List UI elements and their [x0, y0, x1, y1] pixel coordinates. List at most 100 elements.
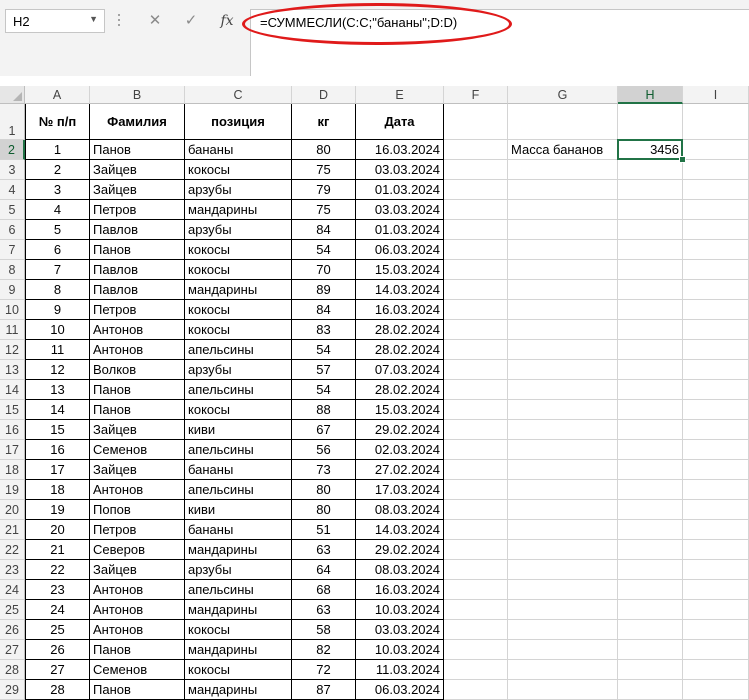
cell-f1[interactable] — [444, 104, 508, 140]
table-cell-name[interactable]: Семенов — [90, 440, 185, 460]
insert-function-icon[interactable]: fx — [212, 8, 242, 34]
table-cell-item[interactable]: кокосы — [185, 320, 292, 340]
cell-h12[interactable] — [618, 340, 683, 360]
cell-g6[interactable] — [508, 220, 618, 240]
table-cell-date[interactable]: 11.03.2024 — [356, 660, 444, 680]
table-cell-item[interactable]: апельсины — [185, 580, 292, 600]
table-cell-item[interactable]: кокосы — [185, 400, 292, 420]
cell-g14[interactable] — [508, 380, 618, 400]
enter-icon[interactable]: ✓ — [176, 8, 206, 34]
row-header-16[interactable]: 16 — [0, 420, 25, 440]
table-cell-name[interactable]: Зайцев — [90, 160, 185, 180]
table-cell-kg[interactable]: 80 — [292, 480, 356, 500]
table-cell-name[interactable]: Павлов — [90, 220, 185, 240]
column-header-f[interactable]: F — [444, 86, 508, 104]
summary-value-cell[interactable]: 3456 — [618, 140, 683, 160]
table-cell-date[interactable]: 16.03.2024 — [356, 140, 444, 160]
table-cell-n[interactable]: 6 — [25, 240, 90, 260]
cell-g13[interactable] — [508, 360, 618, 380]
cell-g20[interactable] — [508, 500, 618, 520]
table-cell-kg[interactable]: 89 — [292, 280, 356, 300]
row-header-21[interactable]: 21 — [0, 520, 25, 540]
column-header-c[interactable]: C — [185, 86, 292, 104]
table-cell-n[interactable]: 25 — [25, 620, 90, 640]
table-cell-name[interactable]: Зайцев — [90, 460, 185, 480]
table-cell-kg[interactable]: 84 — [292, 220, 356, 240]
table-cell-n[interactable]: 4 — [25, 200, 90, 220]
table-cell-kg[interactable]: 83 — [292, 320, 356, 340]
table-cell-item[interactable]: кокосы — [185, 620, 292, 640]
cell-h1[interactable] — [618, 104, 683, 140]
table-cell-date[interactable]: 28.02.2024 — [356, 320, 444, 340]
cell-h14[interactable] — [618, 380, 683, 400]
cell-h7[interactable] — [618, 240, 683, 260]
cell-g24[interactable] — [508, 580, 618, 600]
cell-h28[interactable] — [618, 660, 683, 680]
row-header-5[interactable]: 5 — [0, 200, 25, 220]
table-cell-name[interactable]: Павлов — [90, 260, 185, 280]
cell-h27[interactable] — [618, 640, 683, 660]
table-cell-item[interactable]: арзубы — [185, 360, 292, 380]
table-cell-name[interactable]: Зайцев — [90, 560, 185, 580]
table-cell-kg[interactable]: 64 — [292, 560, 356, 580]
table-cell-item[interactable]: мандарины — [185, 680, 292, 700]
table-cell-item[interactable]: мандарины — [185, 200, 292, 220]
table-cell-kg[interactable]: 72 — [292, 660, 356, 680]
table-cell-date[interactable]: 08.03.2024 — [356, 500, 444, 520]
cell-f19[interactable] — [444, 480, 508, 500]
cell-f20[interactable] — [444, 500, 508, 520]
column-header-i[interactable]: I — [683, 86, 749, 104]
table-cell-name[interactable]: Зайцев — [90, 180, 185, 200]
table-cell-date[interactable]: 06.03.2024 — [356, 680, 444, 700]
table-cell-date[interactable]: 17.03.2024 — [356, 480, 444, 500]
table-cell-item[interactable]: апельсины — [185, 380, 292, 400]
cell-h13[interactable] — [618, 360, 683, 380]
cell-h26[interactable] — [618, 620, 683, 640]
row-header-8[interactable]: 8 — [0, 260, 25, 280]
cell-i8[interactable] — [683, 260, 749, 280]
column-header-d[interactable]: D — [292, 86, 356, 104]
table-cell-item[interactable]: апельсины — [185, 480, 292, 500]
table-cell-kg[interactable]: 75 — [292, 160, 356, 180]
table-cell-name[interactable]: Антонов — [90, 480, 185, 500]
cell-g18[interactable] — [508, 460, 618, 480]
cell-f21[interactable] — [444, 520, 508, 540]
cell-h24[interactable] — [618, 580, 683, 600]
table-cell-n[interactable]: 7 — [25, 260, 90, 280]
table-cell-n[interactable]: 28 — [25, 680, 90, 700]
cell-g23[interactable] — [508, 560, 618, 580]
cell-g4[interactable] — [508, 180, 618, 200]
cell-i18[interactable] — [683, 460, 749, 480]
column-header-h[interactable]: H — [618, 86, 683, 104]
cell-i9[interactable] — [683, 280, 749, 300]
cell-f27[interactable] — [444, 640, 508, 660]
row-header-28[interactable]: 28 — [0, 660, 25, 680]
column-header-a[interactable]: A — [25, 86, 90, 104]
cell-g16[interactable] — [508, 420, 618, 440]
table-cell-date[interactable]: 16.03.2024 — [356, 300, 444, 320]
table-cell-name[interactable]: Панов — [90, 240, 185, 260]
cell-h19[interactable] — [618, 480, 683, 500]
row-header-4[interactable]: 4 — [0, 180, 25, 200]
cell-i28[interactable] — [683, 660, 749, 680]
cell-g12[interactable] — [508, 340, 618, 360]
cell-g21[interactable] — [508, 520, 618, 540]
table-cell-n[interactable]: 14 — [25, 400, 90, 420]
table-cell-n[interactable]: 20 — [25, 520, 90, 540]
table-cell-kg[interactable]: 54 — [292, 340, 356, 360]
table-cell-name[interactable]: Антонов — [90, 340, 185, 360]
table-cell-item[interactable]: кокосы — [185, 160, 292, 180]
row-header-7[interactable]: 7 — [0, 240, 25, 260]
cell-i16[interactable] — [683, 420, 749, 440]
table-cell-kg[interactable]: 87 — [292, 680, 356, 700]
cell-h29[interactable] — [618, 680, 683, 700]
table-cell-item[interactable]: кокосы — [185, 300, 292, 320]
table-cell-name[interactable]: Панов — [90, 140, 185, 160]
row-header-3[interactable]: 3 — [0, 160, 25, 180]
table-cell-n[interactable]: 22 — [25, 560, 90, 580]
cell-f23[interactable] — [444, 560, 508, 580]
table-cell-date[interactable]: 15.03.2024 — [356, 400, 444, 420]
cell-f12[interactable] — [444, 340, 508, 360]
cell-f14[interactable] — [444, 380, 508, 400]
table-cell-item[interactable]: арзубы — [185, 560, 292, 580]
